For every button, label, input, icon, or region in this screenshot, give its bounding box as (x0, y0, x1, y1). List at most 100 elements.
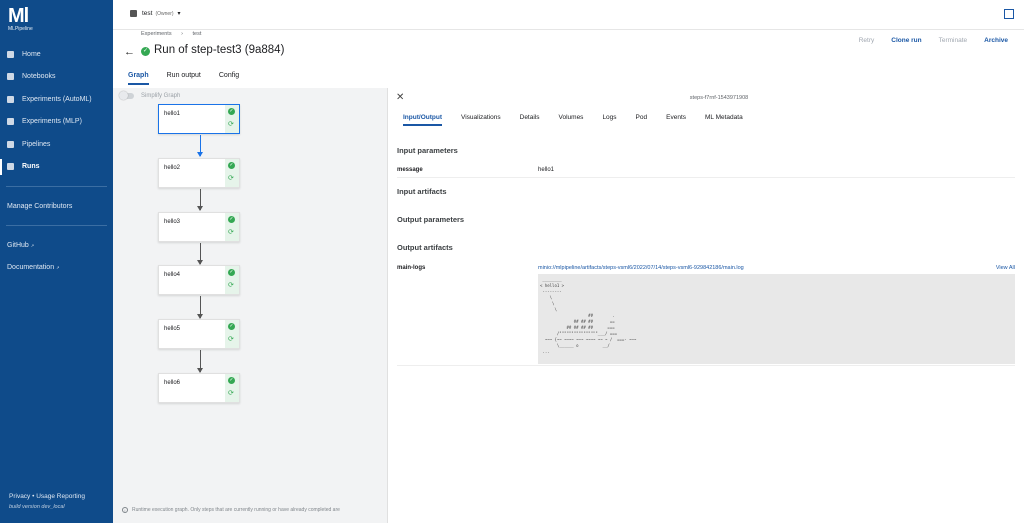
cached-refresh-icon: ⟳ (228, 229, 234, 236)
output-artifacts-heading: Output artifacts (397, 243, 453, 252)
tab-input-output[interactable]: Input/Output (403, 114, 442, 126)
node-label: hello3 (164, 219, 181, 225)
graph-node-hello5[interactable]: hello5 ✓ ⟳ (158, 319, 240, 349)
sidebar-item-label: Runs (22, 163, 40, 171)
row-divider (397, 177, 1015, 178)
graph-footnote-text: Runtime execution graph. Only steps that… (132, 507, 340, 513)
tab-pod[interactable]: Pod (636, 114, 648, 126)
notebook-icon (7, 73, 14, 81)
graph-node-hello2[interactable]: hello2 ✓ ⟳ (158, 158, 240, 188)
sidebar-item-label: Experiments (MLP) (22, 118, 82, 126)
run-tabs: Graph Run output Config (128, 72, 239, 85)
cached-refresh-icon: ⟳ (228, 175, 234, 182)
simplify-graph-toggle[interactable]: Simplify Graph (119, 91, 180, 100)
manage-contributors-link[interactable]: Manage Contributors (0, 195, 113, 217)
row-divider (397, 365, 1015, 366)
back-arrow-icon[interactable]: ← (124, 46, 135, 58)
node-status: ✓ ⟳ (225, 374, 239, 402)
graph-node-hello1[interactable]: hello1 ✓ ⟳ (158, 104, 240, 134)
sidebar-item-pipelines[interactable]: Pipelines (0, 133, 113, 156)
sidebar-item-label: Notebooks (22, 73, 56, 81)
namespace-selector[interactable]: test (Owner) ▾ (130, 10, 181, 17)
app-logo[interactable]: Ml MLPipeline (8, 6, 48, 32)
terminate-button[interactable]: Terminate (939, 37, 968, 44)
view-all-link[interactable]: View All (996, 265, 1015, 271)
node-status: ✓ ⟳ (225, 213, 239, 241)
graph-edge (197, 296, 203, 319)
graph-edge (197, 189, 203, 211)
tab-graph[interactable]: Graph (128, 72, 149, 85)
artifact-preview: ________ < hello1 > -------- \ \ \ ## . … (538, 274, 1015, 364)
sidebar-item-experiments-automl[interactable]: Experiments (AutoML) (0, 88, 113, 111)
node-status: ✓ ⟳ (225, 159, 239, 187)
input-parameters-heading: Input parameters (397, 146, 458, 155)
home-icon (7, 50, 14, 58)
run-icon (7, 163, 14, 171)
privacy-link[interactable]: Privacy • Usage Reporting (9, 493, 85, 500)
output-parameters-heading: Output parameters (397, 215, 465, 224)
success-check-icon: ✓ (228, 216, 235, 223)
node-label: hello4 (164, 272, 181, 278)
logout-icon[interactable] (1004, 9, 1014, 19)
breadcrumb-separator: › (181, 31, 183, 37)
graph-canvas[interactable]: Simplify Graph hello1 ✓ ⟳ hello2 ✓ ⟳ hello… (113, 88, 387, 523)
input-artifacts-heading: Input artifacts (397, 187, 447, 196)
sidebar-nav: Home Notebooks Experiments (AutoML) Expe… (0, 43, 113, 278)
github-link[interactable]: GitHub ↗ (0, 234, 113, 256)
build-version: build version dev_local (9, 504, 65, 510)
sidebar-item-runs[interactable]: Runs (0, 156, 113, 179)
graph-node-hello6[interactable]: hello6 ✓ ⟳ (158, 373, 240, 403)
node-status: ✓ ⟳ (225, 105, 239, 133)
tab-config[interactable]: Config (219, 72, 239, 85)
success-check-icon: ✓ (228, 162, 235, 169)
toggle-switch[interactable] (119, 91, 134, 100)
cached-refresh-icon: ⟳ (228, 390, 234, 397)
details-tabs: Input/Output Visualizations Details Volu… (403, 114, 743, 126)
success-check-icon: ✓ (228, 377, 235, 384)
sidebar-item-notebooks[interactable]: Notebooks (0, 66, 113, 89)
graph-node-hello3[interactable]: hello3 ✓ ⟳ (158, 212, 240, 242)
sidebar-item-label: Pipelines (22, 140, 51, 148)
tab-visualizations[interactable]: Visualizations (461, 114, 501, 126)
tab-ml-metadata[interactable]: ML Metadata (705, 114, 743, 126)
tab-volumes[interactable]: Volumes (559, 114, 584, 126)
experiment-icon (7, 95, 14, 103)
success-check-icon: ✓ (228, 269, 235, 276)
node-label: hello6 (164, 380, 181, 386)
archive-button[interactable]: Archive (984, 37, 1008, 44)
tab-logs[interactable]: Logs (602, 114, 616, 126)
node-label: hello2 (164, 165, 181, 171)
breadcrumb: Experiments › test (141, 31, 209, 37)
tab-details[interactable]: Details (520, 114, 540, 126)
logo-mark: Ml (8, 5, 29, 27)
documentation-link[interactable]: Documentation ↗ (0, 256, 113, 278)
artifact-link[interactable]: minio://mlpipeline/artifacts/steps-vsml6… (538, 265, 744, 271)
info-icon: i (122, 507, 128, 513)
namespace-icon (130, 10, 137, 17)
page-title: Run of step-test3 (9a884) (154, 44, 285, 56)
top-bar: test (Owner) ▾ (113, 0, 1024, 30)
breadcrumb-experiments[interactable]: Experiments (141, 31, 172, 37)
tab-run-output[interactable]: Run output (167, 72, 201, 85)
graph-node-hello4[interactable]: hello4 ✓ ⟳ (158, 265, 240, 295)
breadcrumb-experiment[interactable]: test (192, 31, 201, 37)
namespace-role: (Owner) (155, 10, 174, 17)
sidebar-divider (6, 186, 107, 187)
tab-events[interactable]: Events (666, 114, 686, 126)
cached-refresh-icon: ⟳ (228, 121, 234, 128)
success-check-icon: ✓ (228, 323, 235, 330)
success-check-icon: ✓ (141, 47, 150, 56)
clone-run-button[interactable]: Clone run (891, 37, 921, 44)
artifact-key: main-logs (397, 265, 426, 271)
sidebar-item-home[interactable]: Home (0, 43, 113, 66)
graph-edge (197, 350, 203, 373)
sidebar-item-experiments-mlp[interactable]: Experiments (MLP) (0, 111, 113, 134)
external-link-icon: ↗ (30, 242, 35, 248)
sidebar-divider (6, 225, 107, 226)
run-actions: Retry Clone run Terminate Archive (859, 37, 1008, 44)
success-check-icon: ✓ (228, 108, 235, 115)
node-status: ✓ ⟳ (225, 266, 239, 294)
github-label: GitHub (7, 241, 29, 249)
node-label: hello5 (164, 326, 181, 332)
retry-button[interactable]: Retry (859, 37, 875, 44)
